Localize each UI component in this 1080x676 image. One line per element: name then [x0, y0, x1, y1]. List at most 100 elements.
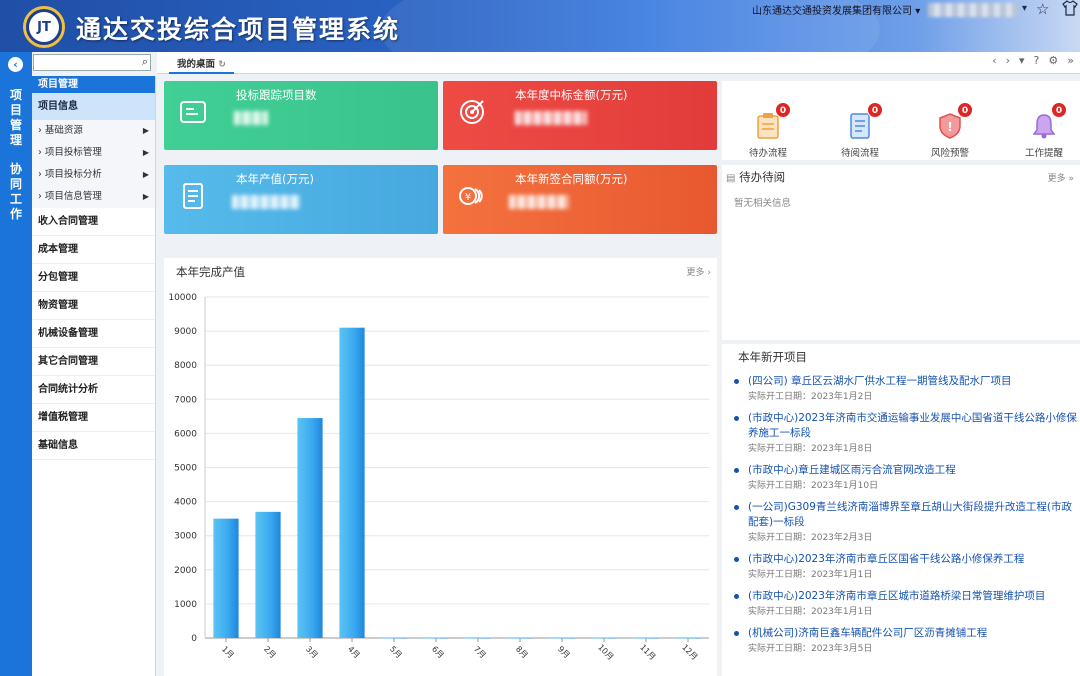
list-item[interactable]: (机械公司)济南巨鑫车辆配件公司厂区沥青摊铺工程实际开工日期：2023年3月5日 — [728, 626, 1078, 657]
project-name[interactable]: (一公司)G309青兰线济南淄博界至章丘胡山大街段提升改造工程(市政配套)一标段 — [748, 500, 1078, 530]
star-icon[interactable]: ☆ — [1036, 0, 1049, 18]
module-collaboration[interactable]: 协 同 工 作 — [0, 162, 32, 222]
bullet-icon — [734, 468, 739, 473]
menu-child[interactable]: › 基础资源 ▶ — [32, 120, 155, 142]
todo-panel: ▤ 待办待阅 更多 » 暂无相关信息 — [722, 165, 1080, 340]
chevron-left-icon[interactable]: ‹ — [992, 54, 996, 67]
chevron-right-icon[interactable]: » — [1067, 54, 1074, 67]
menu-search: ⌕ — [33, 54, 151, 71]
project-date: 实际开工日期：2023年2月3日 — [748, 533, 873, 543]
project-name[interactable]: (市政中心)章丘建城区雨污合流官网改造工程 — [748, 463, 1078, 478]
redacted-value — [234, 111, 268, 125]
coins-icon: ¥ — [457, 181, 487, 211]
new-projects-title: 本年新开项目 — [738, 350, 807, 364]
menu-item[interactable]: 物资管理 — [32, 292, 155, 320]
menu-header[interactable]: 项目管理 — [32, 76, 155, 93]
notify-todo[interactable]: 0 待办流程 — [738, 102, 798, 159]
menu-child-label: 项目信息管理 — [44, 191, 102, 202]
list-item[interactable]: (市政中心)章丘建城区雨污合流官网改造工程 实际开工日期：2023年1月10日 — [728, 463, 1078, 494]
card-output[interactable]: 本年产值(万元) — [164, 165, 438, 234]
menu-child[interactable]: › 项目投标管理 ▶ — [32, 142, 155, 164]
menu-item[interactable]: 机械设备管理 — [32, 320, 155, 348]
company-selector[interactable]: 山东通达交通投资发展集团有限公司 ▾ — [752, 2, 920, 17]
card-contracts[interactable]: ¥ 本年新签合同额(万元) — [443, 165, 717, 234]
caret-down-icon[interactable]: ▾ — [1019, 54, 1025, 67]
redacted-value — [232, 195, 300, 209]
project-date: 实际开工日期：2023年1月8日 — [748, 444, 873, 454]
bullet-icon — [734, 416, 739, 421]
notify-risk[interactable]: ! 0 风险预警 — [920, 102, 980, 159]
todo-more-link[interactable]: 更多 » — [1048, 171, 1074, 184]
menu-sub-project-info[interactable]: 项目信息 — [32, 93, 155, 120]
y-tick-label: 7000 — [174, 395, 197, 405]
count-badge: 0 — [867, 102, 883, 118]
notify-label: 工作提醒 — [1024, 148, 1063, 159]
notify-read[interactable]: 0 待阅流程 — [830, 102, 890, 159]
y-tick-label: 4000 — [174, 498, 197, 508]
todo-title: ▤ 待办待阅 — [726, 169, 785, 185]
list-item[interactable]: (市政中心)2023年济南市章丘区城市道路桥梁日常管理维护项目实际开工日期：20… — [728, 589, 1078, 620]
menu-item[interactable]: 成本管理 — [32, 236, 155, 264]
gear-icon[interactable]: ⚙ — [1048, 54, 1058, 67]
project-name[interactable]: (四公司) 章丘区云湖水厂供水工程一期管线及配水厂项目 — [748, 374, 1078, 389]
tab-my-desktop[interactable]: 我的桌面 ↻ — [169, 55, 234, 74]
count-badge: 0 — [775, 102, 791, 118]
bullet-icon — [734, 505, 739, 510]
menu-item[interactable]: 增值税管理 — [32, 404, 155, 432]
project-list: (四公司) 章丘区云湖水厂供水工程一期管线及配水厂项目实际开工日期：2023年1… — [728, 374, 1078, 663]
list-item[interactable]: (四公司) 章丘区云湖水厂供水工程一期管线及配水厂项目 实际开工日期：2023年1… — [728, 374, 1078, 405]
menu-item[interactable]: 收入合同管理 — [32, 208, 155, 236]
target-icon — [457, 97, 487, 127]
shield-icon: ! 0 — [935, 102, 973, 142]
menu-child[interactable]: › 项目信息管理 ▶ — [32, 186, 155, 208]
x-tick-label: 7月 — [472, 644, 488, 660]
y-tick-label: 6000 — [174, 429, 197, 439]
shirt-icon[interactable] — [1062, 0, 1078, 20]
y-tick-label: 1000 — [174, 600, 197, 610]
document-list-icon: 0 — [845, 102, 883, 142]
strip-char: 项 — [9, 88, 22, 102]
chevron-right-icon[interactable]: › — [1006, 54, 1010, 67]
menu-item[interactable]: 基础信息 — [32, 432, 155, 460]
y-tick-label: 8000 — [174, 361, 197, 371]
help-icon[interactable]: ? — [1034, 54, 1040, 67]
y-tick-label: 5000 — [174, 464, 197, 474]
list-item[interactable]: (一公司)G309青兰线济南淄博界至章丘胡山大街段提升改造工程(市政配套)一标段… — [728, 500, 1078, 546]
list-item[interactable]: (市政中心)2023年济南市章丘区国省干线公路小修保养工程 实际开工日期：2023… — [728, 552, 1078, 583]
redacted-value — [515, 111, 587, 125]
refresh-icon[interactable]: ↻ — [218, 60, 226, 70]
document-icon: ▤ — [726, 173, 736, 184]
strip-char: 作 — [9, 207, 22, 221]
y-tick-label: 3000 — [174, 532, 197, 542]
project-date: 实际开工日期：2023年1月1日 — [748, 607, 873, 617]
project-name[interactable]: (市政中心)2023年济南市章丘区城市道路桥梁日常管理维护项目 — [748, 589, 1078, 604]
menu-search-input[interactable] — [34, 55, 134, 70]
company-name: 山东通达交通投资发展集团有限公司 — [752, 6, 912, 17]
strip-char: 同 — [9, 177, 22, 191]
x-tick-label: 3月 — [304, 644, 320, 660]
company-logo: JT — [23, 6, 65, 48]
card-bid-tracking[interactable]: 投标跟踪项目数 — [164, 81, 438, 150]
project-name[interactable]: (机械公司)济南巨鑫车辆配件公司厂区沥青摊铺工程 — [748, 626, 1078, 641]
notify-label: 风险预警 — [930, 148, 969, 159]
bar — [213, 518, 239, 638]
search-icon[interactable]: ⌕ — [142, 55, 148, 69]
notify-reminder[interactable]: 0 工作提醒 — [1014, 102, 1074, 159]
list-item[interactable]: (市政中心)2023年济南市交通运输事业发展中心国省道干线公路小修保养施工一标段… — [728, 411, 1078, 457]
count-badge: 0 — [957, 102, 973, 118]
project-name[interactable]: (市政中心)2023年济南市交通运输事业发展中心国省道干线公路小修保养施工一标段 — [748, 411, 1078, 441]
card-win-amount[interactable]: 本年度中标金额(万元) — [443, 81, 717, 150]
menu-child-label: 基础资源 — [44, 125, 83, 136]
collapse-icon[interactable]: ‹ — [8, 57, 23, 72]
menu-child[interactable]: › 项目投标分析 ▶ — [32, 164, 155, 186]
bullet-icon — [734, 557, 739, 562]
module-project-management[interactable]: 项 目 管 理 — [0, 88, 32, 148]
menu-item[interactable]: 合同统计分析 — [32, 376, 155, 404]
menu-child-label: 项目投标分析 — [44, 169, 102, 180]
menu-item[interactable]: 分包管理 — [32, 264, 155, 292]
bullet-icon — [734, 631, 739, 636]
project-name[interactable]: (市政中心)2023年济南市章丘区国省干线公路小修保养工程 — [748, 552, 1078, 567]
menu-item[interactable]: 其它合同管理 — [32, 348, 155, 376]
project-date: 实际开工日期：2023年3月5日 — [748, 644, 873, 654]
chevron-down-icon[interactable]: ▾ — [1022, 3, 1027, 14]
